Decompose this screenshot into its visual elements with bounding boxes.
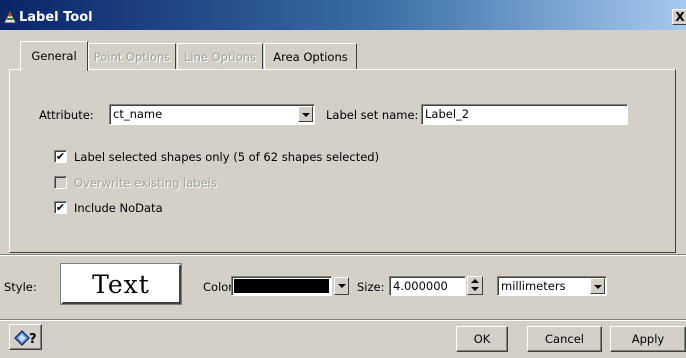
- window-title: Label Tool: [19, 10, 93, 25]
- label-selected-only-label: Label selected shapes only (5 of 62 shap…: [74, 150, 380, 164]
- apply-button-label: Apply: [631, 332, 665, 346]
- overwrite-labels-checkbox[interactable]: [54, 176, 67, 189]
- style-preview-button[interactable]: Text: [61, 264, 181, 304]
- attribute-dropdown[interactable]: ct_name: [109, 104, 315, 125]
- spin-up-icon[interactable]: [471, 279, 479, 283]
- help-button[interactable]: ?: [9, 324, 42, 350]
- size-input[interactable]: 4.000000: [389, 276, 466, 296]
- tab-point-options-label: Point Options: [93, 50, 171, 64]
- size-spinner[interactable]: [467, 276, 483, 295]
- size-label: Size:: [357, 280, 385, 294]
- ok-button[interactable]: OK: [456, 326, 508, 352]
- tab-general-label: General: [31, 49, 77, 63]
- attribute-label: Attribute:: [39, 108, 94, 122]
- app-icon: [3, 9, 17, 24]
- include-nodata-label: Include NoData: [74, 201, 163, 215]
- units-dropdown-arrow-icon[interactable]: [590, 278, 605, 294]
- style-row-separator: [0, 254, 686, 256]
- size-value: 4.000000: [393, 279, 448, 293]
- label-set-name-value: Label_2: [425, 107, 470, 121]
- units-value: millimeters: [501, 279, 566, 293]
- label-selected-only-checkbox[interactable]: ✔: [54, 150, 67, 163]
- help-icon: ?: [14, 330, 37, 347]
- title-bar: Label Tool X: [0, 0, 686, 30]
- color-swatch[interactable]: [231, 276, 332, 296]
- color-swatch-fill: [234, 279, 329, 293]
- cancel-button[interactable]: Cancel: [527, 326, 602, 352]
- spin-down-icon[interactable]: [471, 287, 479, 291]
- tab-line-options-label: Line Options: [184, 50, 256, 64]
- overwrite-labels-label: Overwrite existing labels: [74, 176, 217, 190]
- ok-button-label: OK: [473, 332, 491, 346]
- label-set-name-input[interactable]: Label_2: [421, 104, 628, 125]
- tab-line-options[interactable]: Line Options: [177, 43, 263, 69]
- footer-separator: [0, 319, 686, 321]
- attribute-dropdown-arrow-icon[interactable]: [298, 106, 313, 122]
- color-dropdown-arrow-icon[interactable]: [334, 277, 349, 295]
- include-nodata-checkbox[interactable]: ✔: [54, 201, 67, 214]
- tab-area-options-label: Area Options: [273, 50, 348, 64]
- tab-point-options[interactable]: Point Options: [88, 43, 176, 69]
- cancel-button-label: Cancel: [545, 332, 584, 346]
- attribute-value: ct_name: [113, 107, 163, 121]
- style-preview-text: Text: [92, 270, 150, 299]
- close-button[interactable]: X: [672, 9, 686, 25]
- apply-button[interactable]: Apply: [610, 326, 686, 352]
- style-label: Style:: [4, 280, 37, 294]
- tab-general[interactable]: General: [20, 41, 88, 71]
- label-set-name-label: Label set name:: [326, 108, 419, 122]
- tab-area-options[interactable]: Area Options: [264, 43, 357, 69]
- svg-text:?: ?: [29, 332, 37, 347]
- units-dropdown[interactable]: millimeters: [497, 276, 607, 296]
